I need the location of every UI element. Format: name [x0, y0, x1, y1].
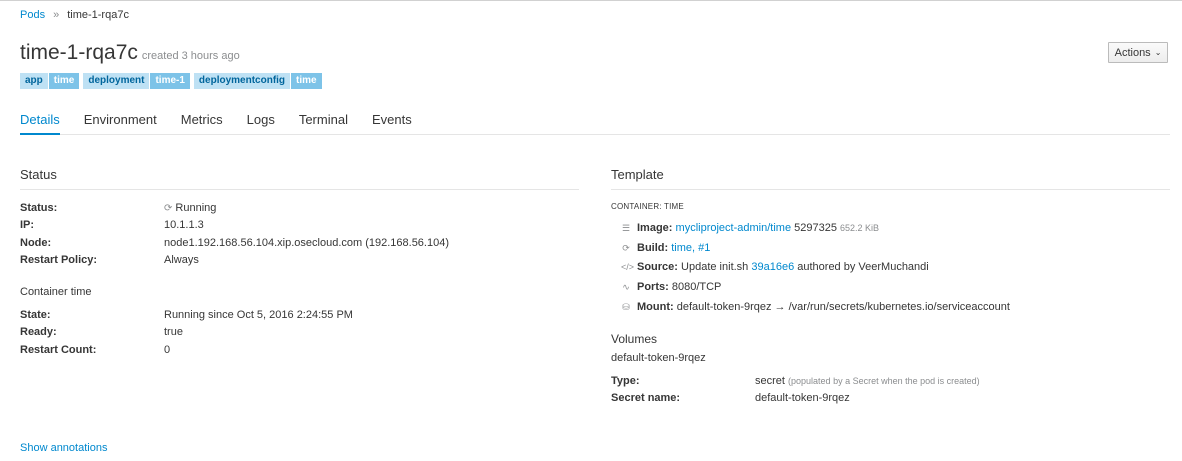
secret-name-value: default-token-9rqez: [755, 392, 850, 405]
source-label: Source:: [637, 261, 678, 274]
breadcrumb: Pods » time-1-rqa7c: [20, 9, 129, 21]
ports-value: 8080/TCP: [671, 280, 722, 293]
ready-value: true: [164, 326, 183, 339]
ip-row: IP: 10.1.1.3: [20, 217, 449, 235]
container-time-list: State: Running since Oct 5, 2016 2:24:55…: [20, 306, 353, 359]
status-heading: Status: [20, 167, 57, 182]
secret-name-row: Secret name: default-token-9rqez: [611, 390, 980, 408]
restart-policy-value: Always: [164, 254, 199, 267]
restart-policy-row: Restart Policy: Always: [20, 252, 449, 270]
template-heading: Template: [611, 167, 664, 182]
created-timestamp: created 3 hours ago: [141, 50, 240, 62]
status-row: Status: ⟳ Running: [20, 199, 449, 217]
volume-details: Type: secret (populated by a Secret when…: [611, 372, 980, 407]
node-label: Node:: [20, 236, 52, 249]
ready-row: Ready: true: [20, 324, 353, 342]
template-divider: [611, 189, 1170, 190]
build-label: Build:: [637, 241, 669, 254]
template-list: ☰ Image: mycliproject-admin/time 5297325…: [621, 218, 1010, 316]
actions-button[interactable]: Actions ⌄: [1108, 42, 1168, 63]
state-row: State: Running since Oct 5, 2016 2:24:55…: [20, 306, 353, 324]
state-label: State:: [20, 308, 51, 321]
code-icon: </>: [621, 262, 635, 273]
layers-icon: ☰: [621, 222, 631, 233]
image-id: 5297325: [794, 221, 837, 234]
label-deployment[interactable]: deployment time-1: [83, 73, 190, 89]
volumes-heading: Volumes: [611, 332, 658, 346]
volume-type-value: secret: [755, 374, 785, 387]
container-name-label: CONTAINER: TIME: [611, 202, 684, 211]
node-value: node1.192.168.56.104.xip.osecloud.com (1…: [164, 236, 449, 249]
tab-bar: Details Environment Metrics Logs Termina…: [20, 111, 1170, 135]
volume-type-row: Type: secret (populated by a Secret when…: [611, 372, 980, 390]
label-value[interactable]: time-1: [150, 73, 190, 89]
breadcrumb-separator: »: [53, 9, 60, 21]
label-value[interactable]: time: [291, 73, 322, 89]
chevron-down-icon: ⌄: [1154, 48, 1162, 57]
mount-label: Mount:: [637, 300, 674, 313]
volume-type-label: Type:: [611, 374, 640, 387]
label-key[interactable]: app: [20, 73, 48, 89]
tab-events[interactable]: Events: [372, 111, 412, 133]
restart-policy-label: Restart Policy:: [20, 254, 98, 267]
ready-label: Ready:: [20, 326, 57, 339]
source-author: authored by VeerMuchandi: [797, 261, 929, 274]
label-key[interactable]: deploymentconfig: [193, 73, 291, 89]
ip-label: IP:: [20, 219, 35, 232]
refresh-icon: ⟳: [164, 202, 173, 214]
restart-count-label: Restart Count:: [20, 343, 97, 356]
image-label: Image:: [637, 221, 673, 234]
volume-name: default-token-9rqez: [611, 352, 706, 364]
ports-label: Ports:: [637, 280, 669, 293]
breadcrumb-current: time-1-rqa7c: [67, 9, 129, 21]
tab-environment[interactable]: Environment: [84, 111, 157, 133]
image-size: 652.2 KiB: [840, 222, 880, 233]
source-message: Update init.sh: [681, 261, 749, 274]
status-value-text: Running: [175, 201, 217, 214]
state-value: Running since Oct 5, 2016 2:24:55 PM: [164, 308, 353, 321]
page-header: time-1-rqa7c created 3 hours ago: [20, 41, 240, 65]
secret-name-label: Secret name:: [611, 392, 681, 405]
database-icon: ⛁: [622, 301, 630, 312]
label-key[interactable]: deployment: [83, 73, 150, 89]
page-title: time-1-rqa7c: [20, 41, 138, 64]
build-name-link[interactable]: time: [671, 242, 692, 254]
mount-value: default-token-9rqez → /var/run/secrets/k…: [676, 300, 1010, 313]
show-annotations-link[interactable]: Show annotations: [20, 442, 107, 454]
status-value: ⟳ Running: [164, 202, 216, 214]
actions-label: Actions: [1114, 46, 1151, 59]
refresh-icon: ⟳: [622, 242, 630, 253]
status-divider: [20, 189, 579, 190]
tab-details[interactable]: Details: [20, 111, 60, 135]
commit-link[interactable]: 39a16e6: [751, 261, 794, 273]
build-row: ⟳ Build: time, #1: [622, 241, 711, 254]
restart-count-row: Restart Count: 0: [20, 341, 353, 359]
node-row: Node: node1.192.168.56.104.xip.osecloud.…: [20, 234, 449, 252]
tab-logs[interactable]: Logs: [247, 111, 275, 133]
tab-metrics[interactable]: Metrics: [181, 111, 223, 133]
status-label: Status:: [20, 201, 58, 214]
label-app[interactable]: app time: [20, 73, 80, 89]
breadcrumb-pods-link[interactable]: Pods: [20, 9, 45, 21]
status-list: Status: ⟳ Running IP: 10.1.1.3 Node: node…: [20, 199, 449, 269]
volume-type-note: (populated by a Secret when the pod is c…: [788, 375, 980, 386]
image-link[interactable]: mycliproject-admin/time: [676, 222, 792, 234]
container-time-heading: Container time: [20, 286, 92, 298]
label-list: app time deployment time-1 deploymentconfi…: [20, 73, 322, 89]
ip-value: 10.1.1.3: [164, 219, 204, 232]
ports-row: ∿ Ports: 8080/TCP: [621, 277, 1010, 297]
image-row: ☰ Image: mycliproject-admin/time 5297325…: [621, 218, 1010, 238]
tab-terminal[interactable]: Terminal: [299, 111, 348, 133]
source-row: </> Source: Update init.sh 39a16e6 autho…: [621, 257, 1010, 277]
mount-row: ⛁ Mount: default-token-9rqez → /var/run/…: [621, 297, 1010, 317]
build-number-link[interactable]: #1: [698, 242, 710, 254]
restart-count-value: 0: [164, 343, 171, 356]
pulse-icon: ∿: [622, 281, 630, 292]
label-value[interactable]: time: [48, 73, 80, 89]
label-deploymentconfig[interactable]: deploymentconfig time: [193, 73, 322, 89]
